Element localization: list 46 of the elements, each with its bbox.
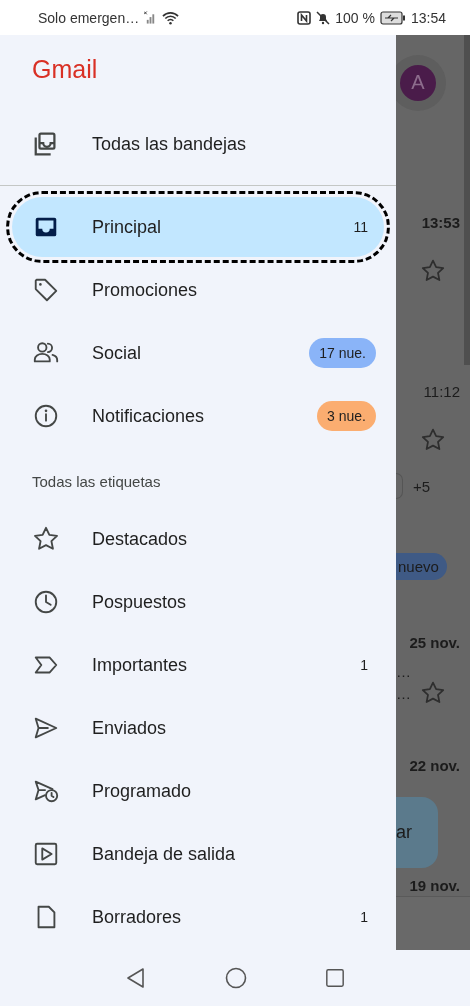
muted-bell-icon	[316, 10, 331, 25]
carrier-text: Solo emergen…	[38, 9, 140, 26]
tag-icon	[32, 276, 60, 304]
email-date: 11:12	[423, 382, 460, 400]
star-icon	[32, 525, 60, 553]
app-title: Gmail	[32, 54, 98, 84]
new-badge: nuevo	[396, 552, 447, 580]
email-snippet: …	[396, 684, 411, 702]
star-icon	[420, 680, 446, 706]
back-icon[interactable]	[125, 967, 147, 989]
drawer-item[interactable]: Notificaciones 3 nue.	[12, 386, 384, 446]
email-date: 13:53	[421, 213, 460, 231]
clock-time: 13:54	[410, 9, 446, 26]
more-count: +5	[412, 477, 430, 495]
drawer-item[interactable]: Social 17 nue.	[12, 323, 384, 383]
info-icon	[32, 402, 60, 430]
unread-count: 1	[360, 909, 368, 925]
star-icon	[420, 427, 446, 453]
star-icon	[420, 258, 446, 284]
new-badge: 17 nue.	[309, 338, 376, 368]
email-snippet: …	[396, 662, 411, 680]
email-date: 19 nov.	[409, 876, 460, 894]
drawer-item[interactable]: Destacados	[12, 509, 384, 569]
drawer-item[interactable]: Borradores 1	[12, 887, 384, 947]
home-icon[interactable]	[225, 967, 247, 989]
clock-icon	[32, 588, 60, 616]
battery-icon	[379, 10, 406, 25]
unread-count: 1	[360, 657, 368, 673]
drawer-item[interactable]: Programado	[12, 761, 384, 821]
nfc-icon	[297, 10, 312, 25]
email-date: 22 nov.	[409, 756, 460, 774]
drawer-item[interactable]: Enviados	[12, 698, 384, 758]
drawer-item[interactable]: Bandeja de salida	[12, 824, 384, 884]
unread-count: 11	[353, 219, 368, 235]
email-date: 25 nov.	[409, 633, 460, 651]
drawer-item[interactable]: Promociones	[12, 260, 384, 320]
section-title: Todas las etiquetas	[32, 472, 161, 490]
drawer-item[interactable]: Pospuestos	[12, 572, 384, 632]
drawer-item[interactable]: Importantes 1	[12, 635, 384, 695]
wifi-icon	[162, 10, 180, 25]
recents-icon[interactable]	[325, 968, 345, 988]
battery-percent: 100 %	[335, 9, 375, 26]
drawer-item[interactable]: Todas las bandejas	[12, 103, 384, 185]
outbox-icon	[32, 840, 60, 868]
new-badge: 3 nue.	[317, 401, 376, 431]
compose-button[interactable]: ar	[396, 797, 438, 868]
